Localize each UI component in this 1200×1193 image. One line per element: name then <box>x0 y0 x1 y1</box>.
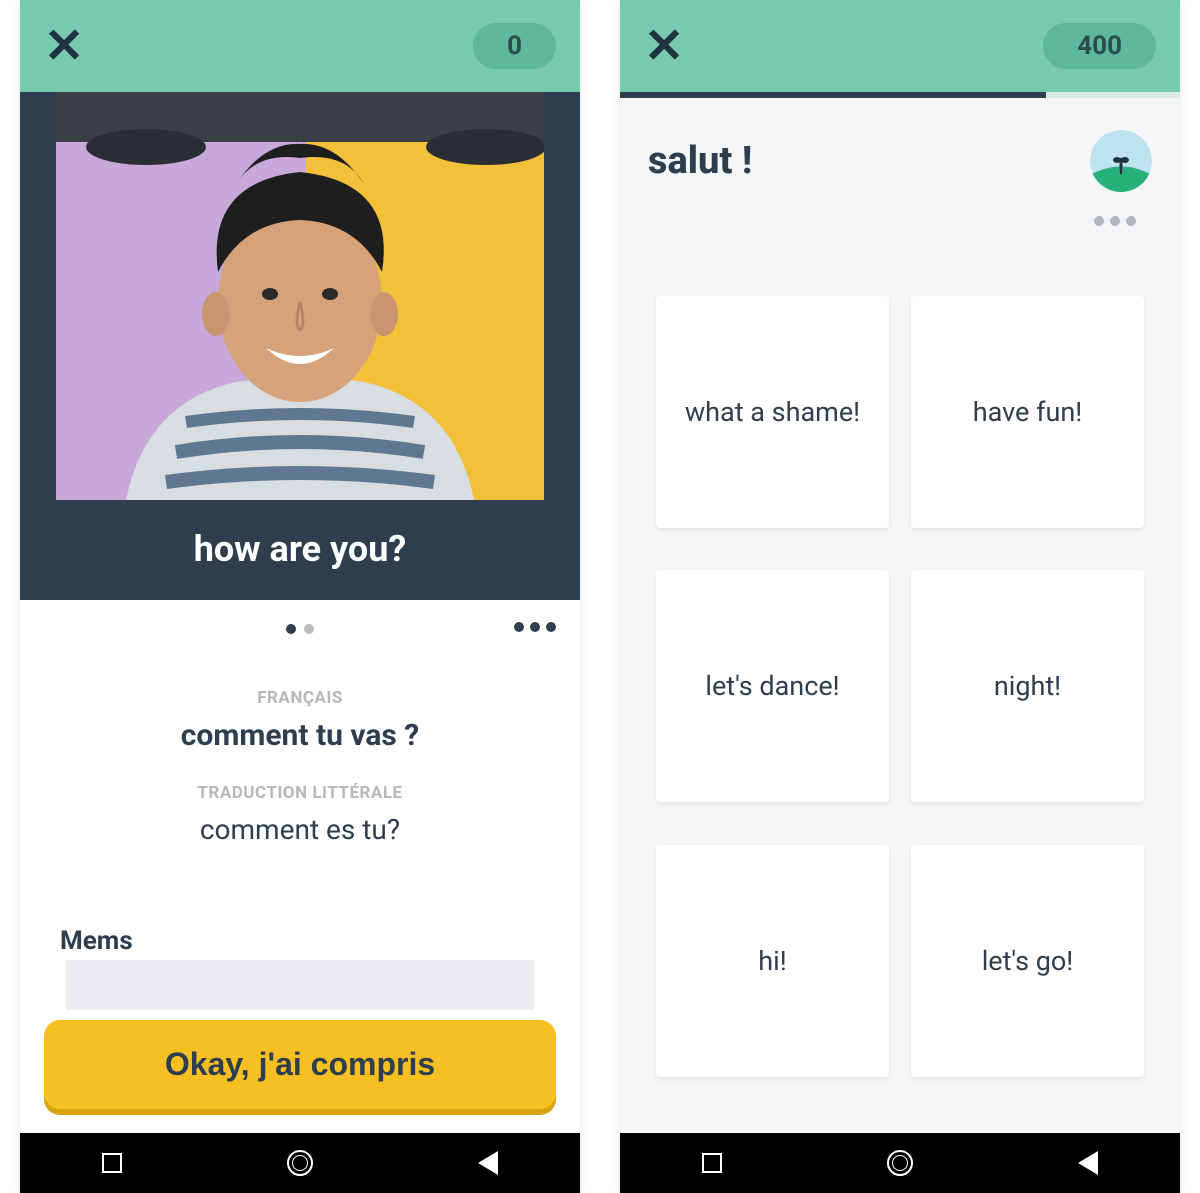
more-icon[interactable] <box>514 622 556 632</box>
phone-right: ✕ 400 salut ! what a shame! have fun! le… <box>620 0 1180 1193</box>
confirm-button[interactable]: Okay, j'ai compris <box>44 1020 556 1109</box>
language-label: FRANÇAIS <box>60 688 540 708</box>
answer-card[interactable]: have fun! <box>911 296 1144 528</box>
answer-card[interactable]: night! <box>911 570 1144 802</box>
close-icon[interactable]: ✕ <box>644 22 684 70</box>
answer-card[interactable]: let's dance! <box>656 570 889 802</box>
question-row: salut ! <box>620 98 1180 200</box>
video-thumbnail[interactable] <box>20 92 580 500</box>
android-navbar <box>20 1133 580 1193</box>
mems-heading: Mems <box>20 906 580 960</box>
page-dots <box>286 624 314 634</box>
android-navbar <box>620 1133 1180 1193</box>
nav-home-icon[interactable] <box>887 1150 913 1176</box>
answer-card[interactable]: what a shame! <box>656 296 889 528</box>
progress-bar <box>620 92 1180 98</box>
video-caption: how are you? <box>20 528 580 570</box>
phone-left: ✕ 0 <box>20 0 580 1193</box>
nav-back-icon[interactable] <box>1078 1151 1098 1175</box>
answers-grid: what a shame! have fun! let's dance! nig… <box>620 226 1180 1133</box>
nav-recent-icon[interactable] <box>102 1153 122 1173</box>
nav-recent-icon[interactable] <box>702 1153 722 1173</box>
literal-text: comment es tu? <box>60 813 540 846</box>
mems-card-placeholder[interactable] <box>66 960 534 1010</box>
card-pagination-bar <box>20 600 580 658</box>
score-pill: 0 <box>473 23 556 69</box>
score-pill: 400 <box>1043 23 1156 69</box>
answer-card[interactable]: let's go! <box>911 845 1144 1077</box>
more-icon[interactable] <box>620 200 1180 226</box>
nav-back-icon[interactable] <box>478 1151 498 1175</box>
video-area: how are you? <box>20 92 580 600</box>
progress-fill <box>620 92 1046 98</box>
topbar: ✕ 0 <box>20 0 580 92</box>
info-section: FRANÇAIS comment tu vas ? TRADUCTION LIT… <box>20 658 580 906</box>
literal-label: TRADUCTION LITTÉRALE <box>60 783 540 803</box>
phrase-text: comment tu vas ? <box>60 718 540 753</box>
topbar: ✕ 400 <box>620 0 1180 92</box>
plant-avatar[interactable] <box>1090 130 1152 192</box>
close-icon[interactable]: ✕ <box>44 22 84 70</box>
nav-home-icon[interactable] <box>287 1150 313 1176</box>
answer-card[interactable]: hi! <box>656 845 889 1077</box>
question-text: salut ! <box>648 139 1090 183</box>
